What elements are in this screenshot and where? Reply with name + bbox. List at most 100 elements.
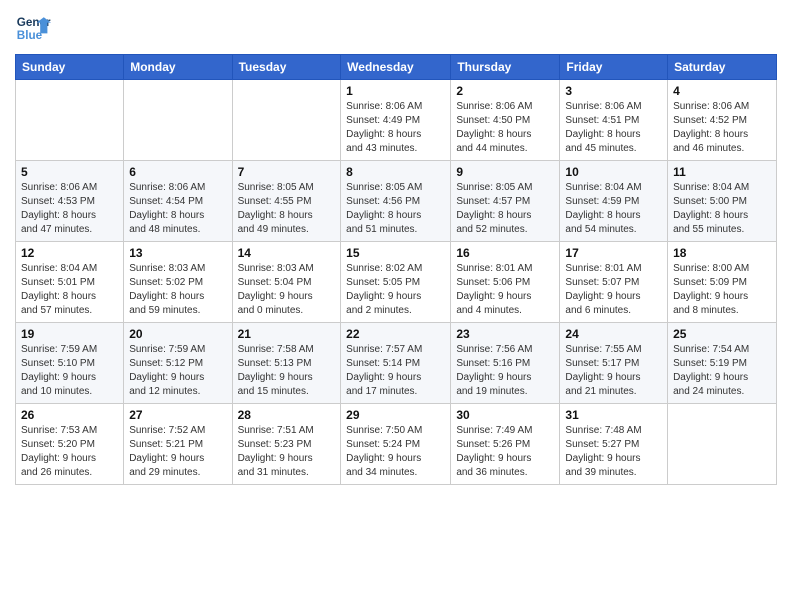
day-number: 28 (238, 408, 336, 422)
calendar-cell: 10 Sunrise: 8:04 AMSunset: 4:59 PMDayligh… (560, 161, 668, 242)
calendar-week-5: 26 Sunrise: 7:53 AMSunset: 5:20 PMDayligh… (16, 404, 777, 485)
calendar-cell: 6Sunrise: 8:06 AMSunset: 4:54 PMDaylight… (124, 161, 232, 242)
day-info: Sunrise: 7:53 AMSunset: 5:20 PMDaylight:… (21, 424, 118, 480)
day-number: 22 (346, 327, 445, 341)
day-info: Sunrise: 8:04 AMSunset: 4:59 PMDaylight:… (565, 181, 662, 237)
calendar-cell: 14 Sunrise: 8:03 AMSunset: 5:04 PMDayligh… (232, 242, 341, 323)
page-container: General Blue SundayMondayTuesdayWednesda… (0, 0, 792, 495)
weekday-header-saturday: Saturday (668, 55, 777, 80)
calendar-cell: 16 Sunrise: 8:01 AMSunset: 5:06 PMDayligh… (451, 242, 560, 323)
day-info: Sunrise: 8:05 AMSunset: 4:56 PMDaylight:… (346, 181, 445, 237)
day-number: 27 (129, 408, 226, 422)
day-info: Sunrise: 8:05 AMSunset: 4:55 PMDaylight:… (238, 181, 336, 237)
svg-text:Blue: Blue (17, 29, 43, 42)
day-number: 10 (565, 165, 662, 179)
day-number: 16 (456, 246, 554, 260)
day-info: Sunrise: 7:59 AMSunset: 5:10 PMDaylight:… (21, 343, 118, 399)
day-number: 30 (456, 408, 554, 422)
calendar-cell: 22 Sunrise: 7:57 AMSunset: 5:14 PMDayligh… (341, 323, 451, 404)
calendar-cell (668, 404, 777, 485)
header: General Blue (15, 10, 777, 46)
calendar-cell: 20 Sunrise: 7:59 AMSunset: 5:12 PMDayligh… (124, 323, 232, 404)
calendar-cell: 18 Sunrise: 8:00 AMSunset: 5:09 PMDayligh… (668, 242, 777, 323)
day-info: Sunrise: 8:06 AMSunset: 4:50 PMDaylight:… (456, 100, 554, 156)
calendar-cell: 26 Sunrise: 7:53 AMSunset: 5:20 PMDayligh… (16, 404, 124, 485)
weekday-header-tuesday: Tuesday (232, 55, 341, 80)
calendar-cell (16, 80, 124, 161)
calendar-cell: 24 Sunrise: 7:55 AMSunset: 5:17 PMDayligh… (560, 323, 668, 404)
day-number: 6 (129, 165, 226, 179)
day-info: Sunrise: 7:48 AMSunset: 5:27 PMDaylight:… (565, 424, 662, 480)
day-info: Sunrise: 8:04 AMSunset: 5:00 PMDaylight:… (673, 181, 771, 237)
day-number: 25 (673, 327, 771, 341)
calendar-cell: 15 Sunrise: 8:02 AMSunset: 5:05 PMDayligh… (341, 242, 451, 323)
day-number: 23 (456, 327, 554, 341)
calendar-cell: 4 Sunrise: 8:06 AMSunset: 4:52 PMDaylight… (668, 80, 777, 161)
calendar-cell: 30 Sunrise: 7:49 AMSunset: 5:26 PMDayligh… (451, 404, 560, 485)
day-number: 13 (129, 246, 226, 260)
day-number: 2 (456, 84, 554, 98)
day-info: Sunrise: 8:06 AMSunset: 4:53 PMDaylight:… (21, 181, 118, 237)
calendar-cell: 29 Sunrise: 7:50 AMSunset: 5:24 PMDayligh… (341, 404, 451, 485)
day-number: 20 (129, 327, 226, 341)
day-number: 11 (673, 165, 771, 179)
day-number: 26 (21, 408, 118, 422)
day-number: 7 (238, 165, 336, 179)
calendar-week-3: 12Sunrise: 8:04 AMSunset: 5:01 PMDayligh… (16, 242, 777, 323)
calendar-cell: 21 Sunrise: 7:58 AMSunset: 5:13 PMDayligh… (232, 323, 341, 404)
day-number: 18 (673, 246, 771, 260)
day-info: Sunrise: 7:58 AMSunset: 5:13 PMDaylight:… (238, 343, 336, 399)
calendar-cell (232, 80, 341, 161)
day-info: Sunrise: 7:51 AMSunset: 5:23 PMDaylight:… (238, 424, 336, 480)
day-number: 4 (673, 84, 771, 98)
calendar-cell: 27 Sunrise: 7:52 AMSunset: 5:21 PMDayligh… (124, 404, 232, 485)
day-number: 24 (565, 327, 662, 341)
calendar-cell: 23 Sunrise: 7:56 AMSunset: 5:16 PMDayligh… (451, 323, 560, 404)
calendar-cell: 1Sunrise: 8:06 AMSunset: 4:49 PMDaylight… (341, 80, 451, 161)
day-number: 8 (346, 165, 445, 179)
day-number: 15 (346, 246, 445, 260)
day-info: Sunrise: 8:06 AMSunset: 4:51 PMDaylight:… (565, 100, 662, 156)
day-info: Sunrise: 8:03 AMSunset: 5:04 PMDaylight:… (238, 262, 336, 318)
day-info: Sunrise: 8:05 AMSunset: 4:57 PMDaylight:… (456, 181, 554, 237)
calendar-cell: 2 Sunrise: 8:06 AMSunset: 4:50 PMDaylight… (451, 80, 560, 161)
day-info: Sunrise: 7:50 AMSunset: 5:24 PMDaylight:… (346, 424, 445, 480)
day-number: 5 (21, 165, 118, 179)
calendar-cell: 19 Sunrise: 7:59 AMSunset: 5:10 PMDayligh… (16, 323, 124, 404)
weekday-header-monday: Monday (124, 55, 232, 80)
calendar-week-4: 19 Sunrise: 7:59 AMSunset: 5:10 PMDayligh… (16, 323, 777, 404)
day-number: 9 (456, 165, 554, 179)
day-info: Sunrise: 8:06 AMSunset: 4:52 PMDaylight:… (673, 100, 771, 156)
day-info: Sunrise: 8:04 AMSunset: 5:01 PMDaylight:… (21, 262, 118, 318)
day-info: Sunrise: 8:00 AMSunset: 5:09 PMDaylight:… (673, 262, 771, 318)
calendar-cell: 12Sunrise: 8:04 AMSunset: 5:01 PMDayligh… (16, 242, 124, 323)
calendar-cell: 5 Sunrise: 8:06 AMSunset: 4:53 PMDaylight… (16, 161, 124, 242)
day-number: 19 (21, 327, 118, 341)
day-number: 21 (238, 327, 336, 341)
day-info: Sunrise: 7:49 AMSunset: 5:26 PMDaylight:… (456, 424, 554, 480)
weekday-header-thursday: Thursday (451, 55, 560, 80)
calendar-cell: 11 Sunrise: 8:04 AMSunset: 5:00 PMDayligh… (668, 161, 777, 242)
day-info: Sunrise: 8:01 AMSunset: 5:07 PMDaylight:… (565, 262, 662, 318)
calendar-cell: 28 Sunrise: 7:51 AMSunset: 5:23 PMDayligh… (232, 404, 341, 485)
day-info: Sunrise: 8:02 AMSunset: 5:05 PMDaylight:… (346, 262, 445, 318)
logo: General Blue (15, 10, 51, 46)
day-info: Sunrise: 7:54 AMSunset: 5:19 PMDaylight:… (673, 343, 771, 399)
day-info: Sunrise: 7:57 AMSunset: 5:14 PMDaylight:… (346, 343, 445, 399)
calendar-cell: 7 Sunrise: 8:05 AMSunset: 4:55 PMDaylight… (232, 161, 341, 242)
day-number: 3 (565, 84, 662, 98)
calendar-cell: 8 Sunrise: 8:05 AMSunset: 4:56 PMDaylight… (341, 161, 451, 242)
weekday-header-row: SundayMondayTuesdayWednesdayThursdayFrid… (16, 55, 777, 80)
day-number: 29 (346, 408, 445, 422)
day-info: Sunrise: 7:59 AMSunset: 5:12 PMDaylight:… (129, 343, 226, 399)
day-info: Sunrise: 7:55 AMSunset: 5:17 PMDaylight:… (565, 343, 662, 399)
calendar-cell: 17Sunrise: 8:01 AMSunset: 5:07 PMDayligh… (560, 242, 668, 323)
day-info: Sunrise: 7:56 AMSunset: 5:16 PMDaylight:… (456, 343, 554, 399)
day-info: Sunrise: 8:03 AMSunset: 5:02 PMDaylight:… (129, 262, 226, 318)
calendar-cell (124, 80, 232, 161)
day-info: Sunrise: 7:52 AMSunset: 5:21 PMDaylight:… (129, 424, 226, 480)
calendar-cell: 31Sunrise: 7:48 AMSunset: 5:27 PMDayligh… (560, 404, 668, 485)
calendar-table: SundayMondayTuesdayWednesdayThursdayFrid… (15, 54, 777, 485)
day-number: 14 (238, 246, 336, 260)
day-info: Sunrise: 8:01 AMSunset: 5:06 PMDaylight:… (456, 262, 554, 318)
